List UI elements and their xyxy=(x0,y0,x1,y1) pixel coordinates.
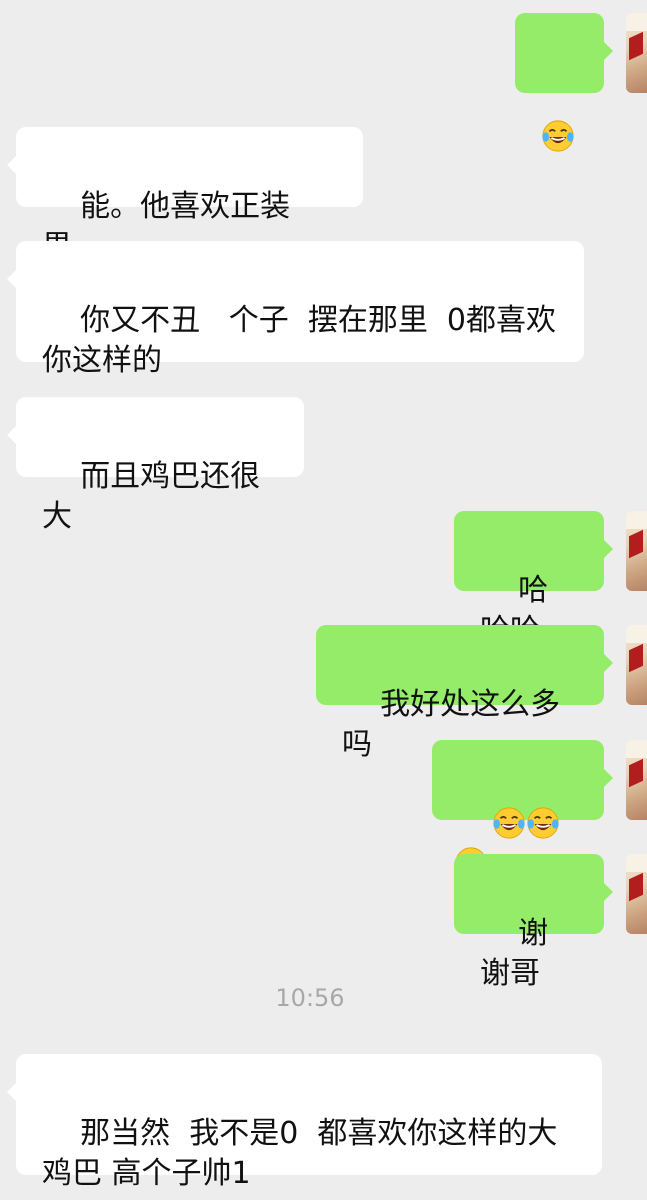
my-avatar[interactable] xyxy=(626,13,647,93)
message-text: 而且鸡巴还很大 xyxy=(42,459,261,534)
message-bubble-outgoing[interactable] xyxy=(515,13,613,152)
my-avatar[interactable] xyxy=(626,511,647,591)
chat-view: 能。他喜欢正装男。 你又不丑 个子 摆在那里 0都喜欢你这样的 而且鸡巴还很大 … xyxy=(0,0,647,1200)
message-bubble-incoming[interactable]: 那当然 我不是0 都喜欢你这样的大鸡巴 高个子帅1 xyxy=(7,1054,602,1191)
message-bubble-outgoing[interactable] xyxy=(432,740,613,879)
my-avatar[interactable] xyxy=(626,740,647,820)
message-timestamp: 10:56 xyxy=(275,984,345,1012)
message-bubble-outgoing[interactable]: 哈哈哈 xyxy=(454,511,613,648)
message-text: 你又不丑 个子 摆在那里 0都喜欢你这样的 xyxy=(42,303,556,378)
message-bubble-outgoing[interactable]: 谢谢哥 xyxy=(454,854,613,991)
message-bubble-incoming[interactable]: 能。他喜欢正装男。 xyxy=(7,127,363,264)
tears-of-joy-emoji-icon xyxy=(527,806,559,839)
tears-of-joy-emoji-icon xyxy=(493,806,525,839)
message-text: 那当然 我不是0 都喜欢你这样的大鸡巴 高个子帅1 xyxy=(42,1116,558,1191)
message-text: 谢谢哥 xyxy=(480,916,549,991)
my-avatar[interactable] xyxy=(626,625,647,705)
my-avatar[interactable] xyxy=(626,854,647,934)
message-bubble-outgoing[interactable]: 我好处这么多吗 xyxy=(316,625,613,762)
message-bubble-incoming[interactable]: 你又不丑 个子 摆在那里 0都喜欢你这样的 xyxy=(7,241,584,378)
tears-of-joy-emoji-icon xyxy=(542,119,574,152)
message-bubble-incoming[interactable]: 而且鸡巴还很大 xyxy=(7,397,304,534)
